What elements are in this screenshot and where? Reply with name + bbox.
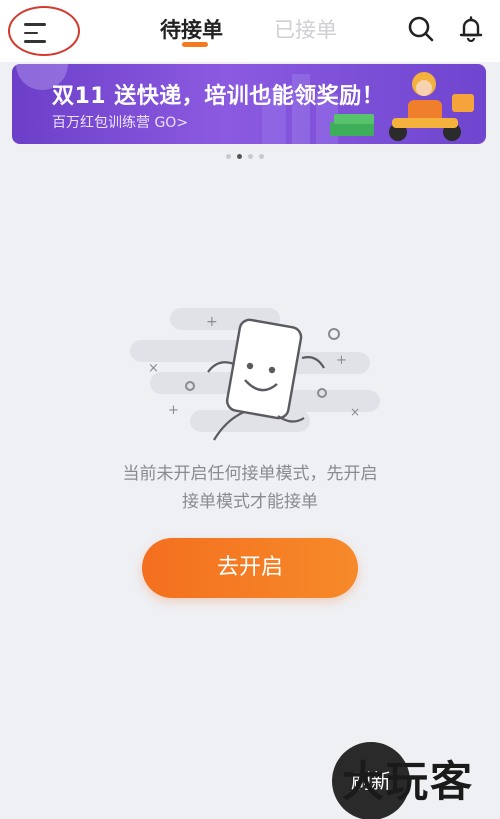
menu-icon: [24, 23, 46, 49]
svg-text:+: +: [168, 403, 179, 418]
active-tab-indicator: [182, 42, 208, 47]
tab-accepted-orders[interactable]: 已接单: [274, 14, 337, 44]
svg-text:+: +: [336, 353, 347, 368]
promo-banner[interactable]: 双11 送快递，培训也能领奖励！ 百万红包训练营 GO>: [12, 64, 486, 144]
search-icon: [408, 16, 434, 42]
menu-button[interactable]: [8, 6, 80, 56]
empty-state-message: 当前未开启任何接单模式，先开启 接单模式才能接单: [60, 460, 440, 516]
empty-state-line-2: 接单模式才能接单: [182, 492, 318, 512]
svg-text:×: ×: [148, 361, 159, 376]
carousel-dot[interactable]: [226, 154, 231, 159]
empty-state-illustration: + × + + ×: [130, 308, 380, 441]
page: 待接单 已接单 双11 送快递，培训也能领奖励！ 百万红包训练营 GO> + ×…: [0, 0, 500, 819]
enable-order-mode-button[interactable]: 去开启: [142, 538, 358, 598]
svg-text:×: ×: [350, 405, 360, 419]
watermark-text: 大玩客: [342, 757, 475, 806]
empty-state-line-1: 当前未开启任何接单模式，先开启: [122, 464, 378, 484]
top-bar: 待接单 已接单: [0, 0, 500, 62]
svg-text:+: +: [206, 314, 218, 330]
carousel-dot[interactable]: [259, 154, 264, 159]
carousel-indicator: [226, 154, 264, 159]
bell-icon: [459, 16, 483, 43]
search-button[interactable]: [406, 14, 436, 44]
carousel-dot[interactable]: [248, 154, 253, 159]
banner-title: 双11 送快递，培训也能领奖励！: [52, 84, 385, 109]
tab-pending-orders[interactable]: 待接单: [160, 14, 223, 44]
notification-button[interactable]: [456, 14, 486, 44]
banner-subtitle: 百万红包训练营 GO>: [52, 115, 189, 131]
carousel-dot-active[interactable]: [237, 154, 242, 159]
